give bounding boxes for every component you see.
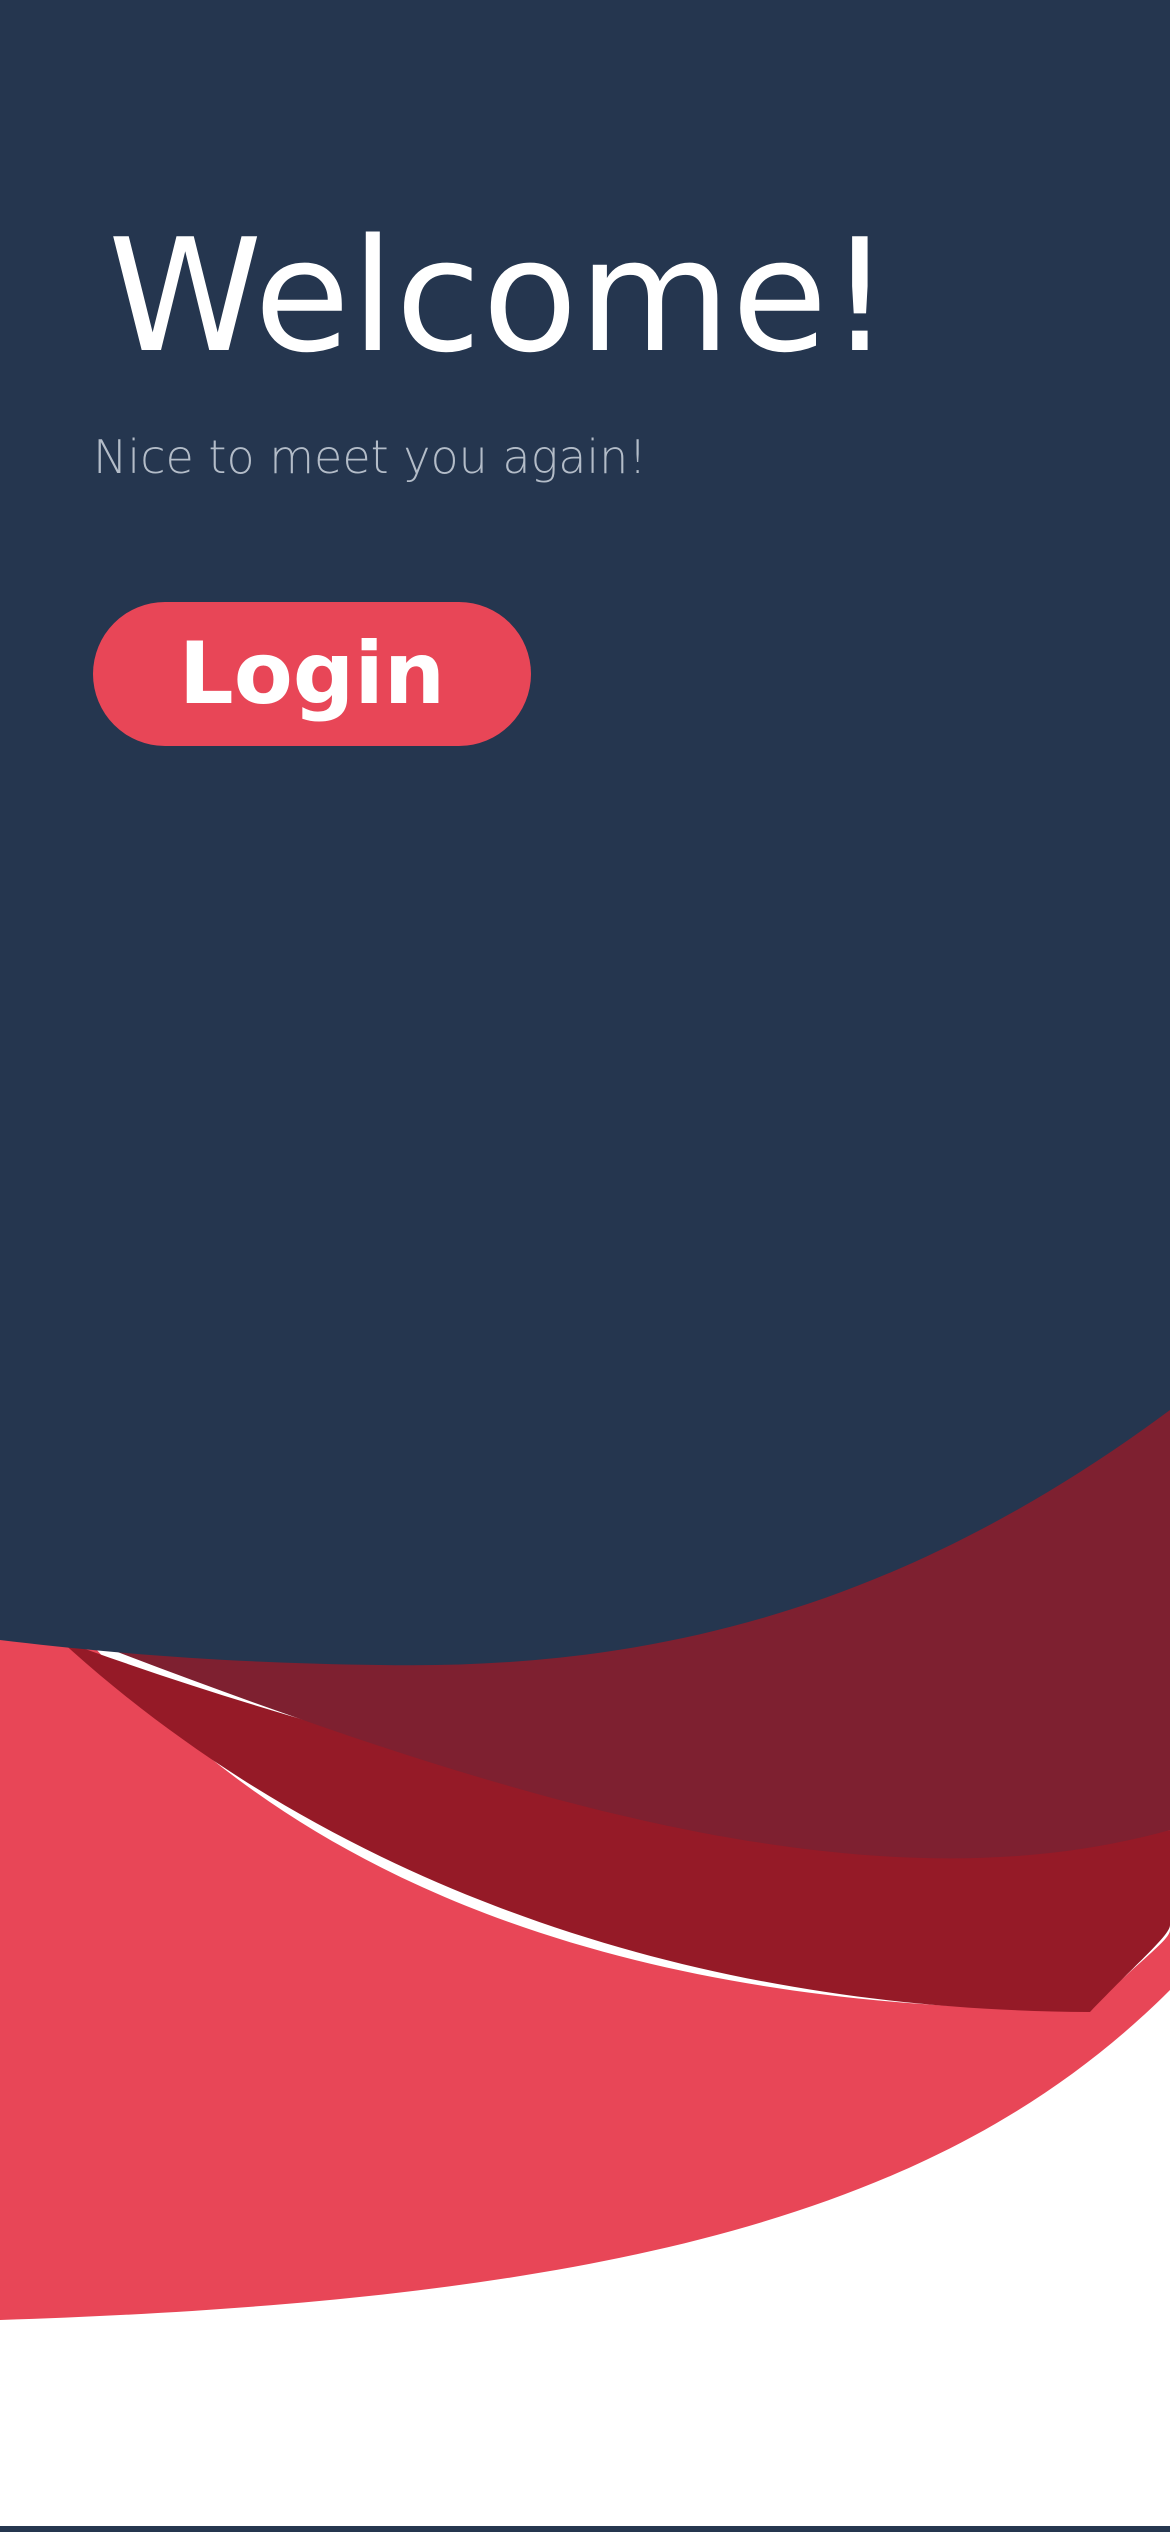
- welcome-screen: Welcome! Nice to meet you again! Login: [0, 0, 1170, 2532]
- page-title: Welcome!: [108, 205, 893, 387]
- home-indicator-bar: [0, 2526, 1170, 2532]
- login-button[interactable]: Login: [93, 602, 531, 746]
- welcome-subtitle: Nice to meet you again!: [93, 430, 647, 484]
